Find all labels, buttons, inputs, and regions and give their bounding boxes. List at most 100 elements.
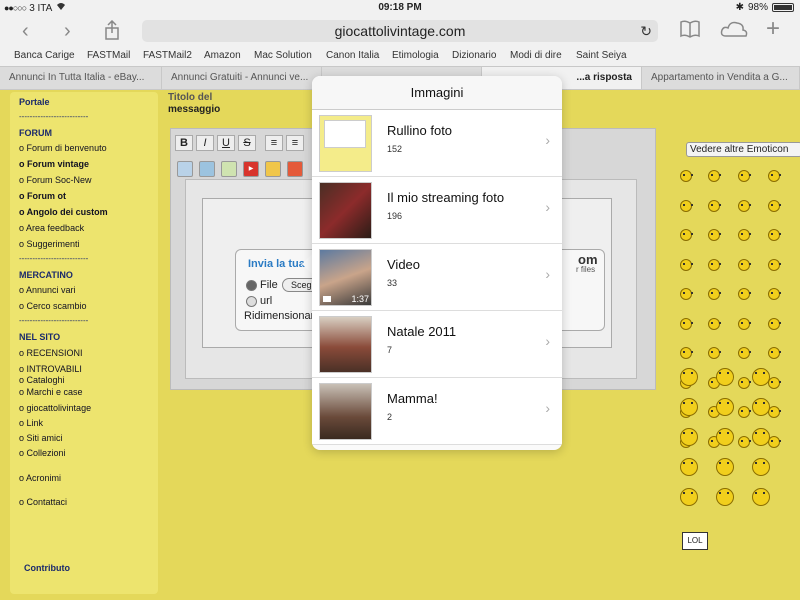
tab-appartamento[interactable]: Appartamento in Vendita a G... bbox=[642, 67, 800, 89]
flash-icon[interactable] bbox=[265, 161, 281, 177]
youtube-icon[interactable]: ▶ bbox=[243, 161, 259, 177]
sidebar-item-introvabili[interactable]: o INTROVABILI bbox=[19, 364, 82, 374]
upload-icon[interactable] bbox=[199, 161, 215, 177]
album-row[interactable]: Natale 2011 7 › bbox=[312, 311, 562, 378]
share-icon[interactable] bbox=[104, 19, 120, 46]
emoticon-icon[interactable] bbox=[708, 258, 721, 271]
reload-icon[interactable]: ↻ bbox=[640, 20, 652, 42]
link-icon[interactable] bbox=[221, 161, 237, 177]
sidebar-item-acronimi[interactable]: o Acronimi bbox=[19, 473, 61, 483]
emoticon-icon[interactable] bbox=[680, 368, 698, 386]
sidebar-item-link[interactable]: o Link bbox=[19, 418, 43, 428]
emoticon-icon[interactable] bbox=[708, 288, 721, 300]
emoticon-icon[interactable] bbox=[768, 229, 781, 241]
emoticon-icon[interactable] bbox=[738, 435, 751, 448]
sidebar-item-contattaci[interactable]: o Contattaci bbox=[19, 497, 67, 507]
emoticon-icon[interactable] bbox=[680, 288, 693, 300]
bookmark-item[interactable]: Saint Seiya bbox=[576, 50, 627, 61]
bookmark-item[interactable]: Mac Solution bbox=[254, 50, 312, 61]
emoticon-icon[interactable] bbox=[752, 368, 770, 386]
emoticon-icon[interactable] bbox=[768, 258, 781, 271]
emoticon-icon[interactable] bbox=[708, 229, 721, 241]
plus-icon[interactable]: + bbox=[766, 17, 780, 41]
album-row[interactable]: Il mio streaming foto 196 › bbox=[312, 177, 562, 244]
sidebar-item-recensioni[interactable]: o RECENSIONI bbox=[19, 348, 83, 358]
bookmark-item[interactable]: FASTMail2 bbox=[143, 50, 192, 61]
strike-button[interactable]: S bbox=[238, 135, 256, 151]
sidebar-item-forum-benvenuto[interactable]: o Forum di benvenuto bbox=[19, 143, 107, 153]
code-icon[interactable] bbox=[287, 161, 303, 177]
bookmark-item[interactable]: Etimologia bbox=[392, 50, 439, 61]
bookmark-item[interactable]: Modi di dire bbox=[510, 50, 562, 61]
sidebar-item-siti-amici[interactable]: o Siti amici bbox=[19, 433, 63, 443]
bookmark-item[interactable]: Amazon bbox=[204, 50, 241, 61]
emoticon-icon[interactable] bbox=[752, 458, 770, 476]
emoticon-icon[interactable] bbox=[768, 347, 781, 359]
lol-emoticon[interactable]: LOL bbox=[682, 532, 708, 550]
underline-button[interactable]: U bbox=[217, 135, 235, 151]
emoticon-icon[interactable] bbox=[680, 258, 693, 271]
emoticon-icon[interactable] bbox=[738, 288, 751, 300]
emoticon-icon[interactable] bbox=[708, 317, 721, 330]
bold-button[interactable]: B bbox=[175, 135, 193, 151]
tab-ebay[interactable]: Annunci In Tutta Italia - eBay... bbox=[0, 67, 162, 89]
bookmark-item[interactable]: FASTMail bbox=[87, 50, 130, 61]
sidebar-item-forum-soc-new[interactable]: o Forum Soc-New bbox=[19, 175, 92, 185]
emoticon-icon[interactable] bbox=[738, 170, 751, 182]
bookmark-item[interactable]: Canon Italia bbox=[326, 50, 379, 61]
align-center-icon[interactable]: ≡ bbox=[286, 135, 304, 151]
emoticon-icon[interactable] bbox=[738, 199, 751, 212]
sidebar-item-forum-ot[interactable]: o Forum ot bbox=[19, 191, 66, 201]
emoticon-icon[interactable] bbox=[680, 488, 698, 506]
sidebar-item-area-feedback[interactable]: o Area feedback bbox=[19, 223, 84, 233]
emoticon-icon[interactable] bbox=[680, 398, 698, 416]
sidebar-item-annunci-vari[interactable]: o Annunci vari bbox=[19, 285, 76, 295]
align-left-icon[interactable]: ≡ bbox=[265, 135, 283, 151]
emoticon-icon[interactable] bbox=[738, 258, 751, 271]
emoticon-icon[interactable] bbox=[768, 317, 781, 330]
emoticon-icon[interactable] bbox=[738, 347, 751, 359]
emoticon-icon[interactable] bbox=[716, 488, 734, 506]
emoticon-icon[interactable] bbox=[680, 428, 698, 446]
bookmark-item[interactable]: Banca Carige bbox=[14, 50, 75, 61]
sidebar-item-giocattolivintage[interactable]: o giocattolivintage bbox=[19, 403, 91, 413]
emoticon-icon[interactable] bbox=[738, 317, 751, 330]
emoticon-icon[interactable] bbox=[738, 376, 751, 389]
emoticon-icon[interactable] bbox=[768, 288, 781, 300]
sidebar-item-cataloghi[interactable]: o Cataloghi bbox=[19, 375, 65, 385]
italic-button[interactable]: I bbox=[196, 135, 214, 151]
address-bar[interactable]: giocattolivintage.com ↻ bbox=[142, 20, 658, 42]
emoticon-icon[interactable] bbox=[716, 428, 734, 446]
cloud-icon[interactable] bbox=[720, 20, 748, 44]
emoticon-icon[interactable] bbox=[680, 458, 698, 476]
sidebar-item-cerco-scambio[interactable]: o Cerco scambio bbox=[19, 301, 87, 311]
emoticon-icon[interactable] bbox=[708, 347, 721, 359]
radio-url[interactable] bbox=[246, 296, 257, 307]
image-icon[interactable] bbox=[177, 161, 193, 177]
emoticon-icon[interactable] bbox=[738, 229, 751, 241]
emoticon-icon[interactable] bbox=[768, 199, 781, 212]
emoticon-icon[interactable] bbox=[680, 229, 693, 241]
album-row[interactable]: Mamma! 2 › bbox=[312, 378, 562, 445]
emoticon-icon[interactable] bbox=[680, 347, 693, 359]
sidebar-item-suggerimenti[interactable]: o Suggerimenti bbox=[19, 239, 80, 249]
album-row[interactable]: Rullino foto 152 › bbox=[312, 110, 562, 177]
radio-file[interactable] bbox=[246, 280, 257, 291]
emoticon-icon[interactable] bbox=[752, 398, 770, 416]
emoticon-icon[interactable] bbox=[768, 170, 781, 182]
tab-annunci-gratuiti[interactable]: Annunci Gratuiti - Annunci ve... bbox=[162, 67, 322, 89]
chevron-left-icon[interactable]: ‹ bbox=[22, 19, 29, 43]
emoticon-icon[interactable] bbox=[708, 199, 721, 212]
sidebar-contributo[interactable]: Contributo bbox=[24, 563, 70, 573]
album-row[interactable]: 1:37 Video 33 › bbox=[312, 244, 562, 311]
emoticon-icon[interactable] bbox=[680, 170, 693, 182]
emoticon-icon[interactable] bbox=[680, 199, 693, 212]
chevron-right-icon[interactable]: › bbox=[64, 19, 71, 43]
emoticon-icon[interactable] bbox=[738, 406, 751, 418]
more-emoticons-button[interactable]: Vedere altre Emoticon bbox=[686, 142, 800, 157]
sidebar-item-angolo-custom[interactable]: o Angolo dei custom bbox=[19, 207, 108, 217]
sidebar-portale[interactable]: Portale bbox=[19, 97, 50, 107]
emoticon-icon[interactable] bbox=[716, 368, 734, 386]
emoticon-icon[interactable] bbox=[752, 428, 770, 446]
sidebar-item-forum-vintage[interactable]: o Forum vintage bbox=[19, 159, 89, 169]
